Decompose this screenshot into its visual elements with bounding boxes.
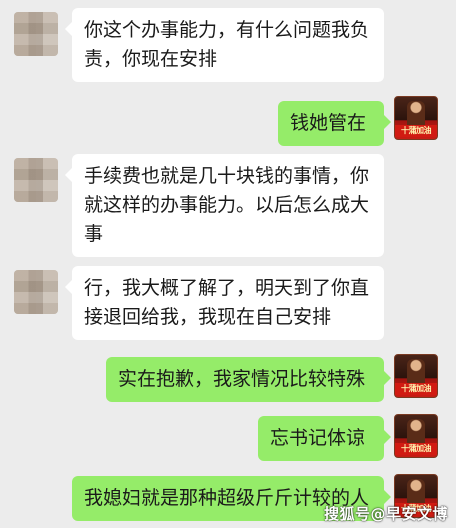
avatar-figure-icon bbox=[407, 479, 425, 505]
self-avatar[interactable]: 十蒲加油 bbox=[394, 96, 438, 140]
contact-avatar[interactable] bbox=[14, 12, 58, 56]
avatar-figure-icon bbox=[407, 359, 425, 385]
message-text: 忘书记体谅 bbox=[270, 427, 366, 449]
message-bubble[interactable]: 钱她管在 bbox=[278, 101, 391, 146]
message-text: 手续费也就是几十块钱的事情，你就这样的办事能力。以后怎么成大事 bbox=[84, 165, 370, 245]
avatar-figure-icon bbox=[407, 101, 425, 127]
self-avatar[interactable]: 十蒲加油 bbox=[394, 414, 438, 458]
message-text: 钱她管在 bbox=[290, 112, 367, 134]
message-bubble[interactable]: 行，我大概了解了，明天到了你直接退回给我，我现在自己安排 bbox=[65, 266, 384, 340]
message-bubble[interactable]: 手续费也就是几十块钱的事情，你就这样的办事能力。以后怎么成大事 bbox=[65, 154, 384, 257]
chat-conversation: 你这个办事能力，有什么问题我负责，你现在安排 钱她管在 十蒲加油 手续费也就是几… bbox=[0, 0, 456, 528]
message-text: 行，我大概了解了，明天到了你直接退回给我，我现在自己安排 bbox=[84, 277, 370, 328]
avatar-tag: 十蒲加油 bbox=[395, 383, 437, 395]
message-bubble[interactable]: 实在抱歉，我家情况比较特殊 bbox=[106, 357, 391, 402]
message-text: 实在抱歉，我家情况比较特殊 bbox=[118, 368, 366, 390]
contact-avatar[interactable] bbox=[14, 270, 58, 314]
avatar-figure-icon bbox=[407, 419, 425, 445]
message-bubble[interactable]: 你这个办事能力，有什么问题我负责，你现在安排 bbox=[65, 8, 384, 82]
avatar-tag: 十蒲加油 bbox=[395, 443, 437, 455]
watermark: 搜狐号@早安文博 bbox=[323, 505, 448, 523]
avatar-tag: 十蒲加油 bbox=[395, 125, 437, 137]
contact-avatar[interactable] bbox=[14, 158, 58, 202]
message-bubble[interactable]: 忘书记体谅 bbox=[258, 416, 391, 461]
message-text: 你这个办事能力，有什么问题我负责，你现在安排 bbox=[84, 19, 370, 70]
self-avatar[interactable]: 十蒲加油 bbox=[394, 354, 438, 398]
